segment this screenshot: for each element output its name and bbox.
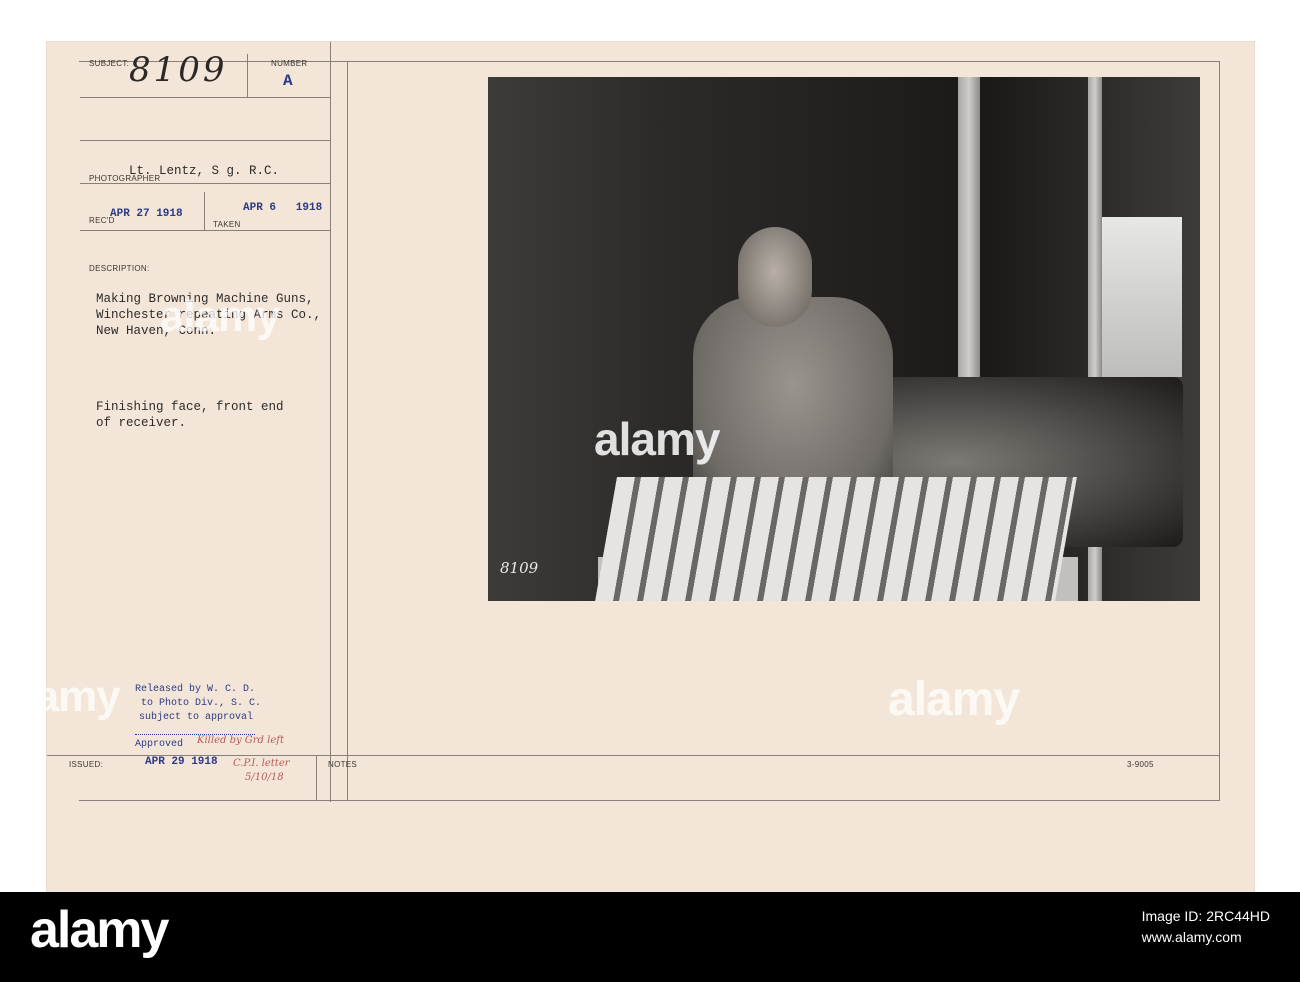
form-number: 3-9005: [1127, 760, 1154, 769]
taken-value: APR 6 1918: [243, 202, 323, 214]
row-line-2: [80, 140, 330, 141]
factory-photograph: 8109: [488, 77, 1200, 601]
subject-label: SUBJECT:: [89, 59, 130, 68]
description-label: DESCRIPTION:: [89, 264, 150, 273]
subject-number-divider: [247, 54, 248, 98]
issued-note-1: C.P.I. letter: [233, 758, 290, 769]
issued-note-2: 5/10/18: [245, 772, 284, 783]
receiver-parts: [595, 477, 1077, 601]
row-line-4: [80, 230, 330, 231]
number-label: NUMBER: [271, 59, 308, 68]
left-column-divider: [330, 42, 331, 802]
notes-label: NOTES: [328, 760, 358, 769]
subject-value: 8109: [129, 50, 228, 90]
image-id: Image ID: 2RC44HD: [1141, 908, 1270, 924]
issued-divider: [47, 755, 1219, 756]
negative-number: 8109: [500, 559, 539, 577]
row-line-1: [80, 97, 330, 98]
watermark-right: alamy: [888, 673, 1020, 726]
caption-line-2: of receiver.: [96, 416, 187, 430]
window: [1092, 217, 1182, 377]
issued-label: ISSUED:: [69, 760, 104, 769]
release-line-1: Released by W. C. D.: [135, 684, 256, 695]
watermark-left-mid: alamy: [160, 292, 281, 341]
notes-divider: [316, 755, 317, 801]
taken-label: TAKEN: [213, 220, 241, 229]
site-url: www.alamy.com: [1141, 929, 1242, 945]
caption-line-1: Finishing face, front end: [96, 400, 284, 414]
recd-taken-divider: [204, 192, 205, 230]
approved-note: Killed by Grd left: [197, 735, 284, 746]
stock-footer: alamy Image ID: 2RC44HD www.alamy.com: [0, 892, 1300, 982]
approved-label: Approved: [135, 739, 184, 750]
watermark-center: alamy: [594, 413, 720, 465]
image-info: Image ID: 2RC44HD www.alamy.com: [1142, 906, 1270, 948]
release-line-2: to Photo Div., S. C.: [141, 698, 262, 709]
frame-right: [1219, 61, 1220, 801]
inner-frame-left: [347, 61, 348, 800]
frame-bottom: [79, 800, 1219, 801]
number-value: A: [283, 72, 293, 90]
photographer-value: Lt. Lentz, S g. R.C.: [129, 164, 280, 178]
watermark-left: alamy: [0, 672, 121, 721]
frame-top: [79, 61, 1219, 62]
worker-head: [738, 227, 812, 327]
recd-value: APR 27 1918: [110, 208, 183, 220]
row-line-3: [80, 183, 330, 184]
alamy-logo: alamy: [30, 901, 169, 959]
issued-value: APR 29 1918: [145, 756, 218, 768]
release-line-3: subject to approval: [139, 712, 254, 723]
